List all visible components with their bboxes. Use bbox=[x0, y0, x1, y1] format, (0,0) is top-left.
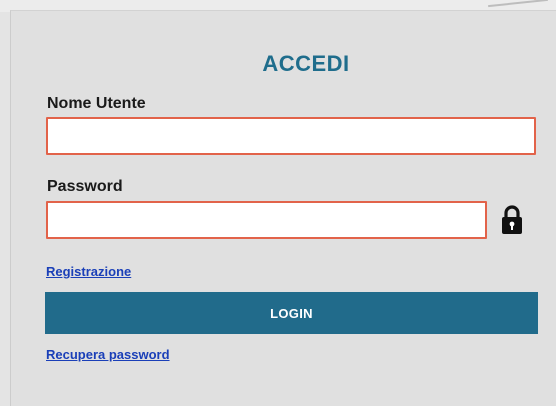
recover-password-link[interactable]: Recupera password bbox=[46, 347, 170, 362]
password-label: Password bbox=[47, 178, 123, 195]
username-field-box bbox=[46, 117, 536, 155]
window-edge-decoration bbox=[488, 0, 548, 8]
login-button[interactable]: LOGIN bbox=[45, 292, 538, 334]
password-field-box bbox=[46, 201, 487, 239]
login-title: ACCEDI bbox=[262, 51, 350, 76]
password-input[interactable] bbox=[48, 203, 485, 237]
login-panel: ACCEDI Nome Utente Password Registrazion… bbox=[10, 10, 556, 406]
username-label: Nome Utente bbox=[47, 95, 146, 112]
username-input[interactable] bbox=[48, 119, 534, 153]
register-link[interactable]: Registrazione bbox=[46, 264, 131, 279]
lock-icon[interactable] bbox=[500, 204, 524, 236]
